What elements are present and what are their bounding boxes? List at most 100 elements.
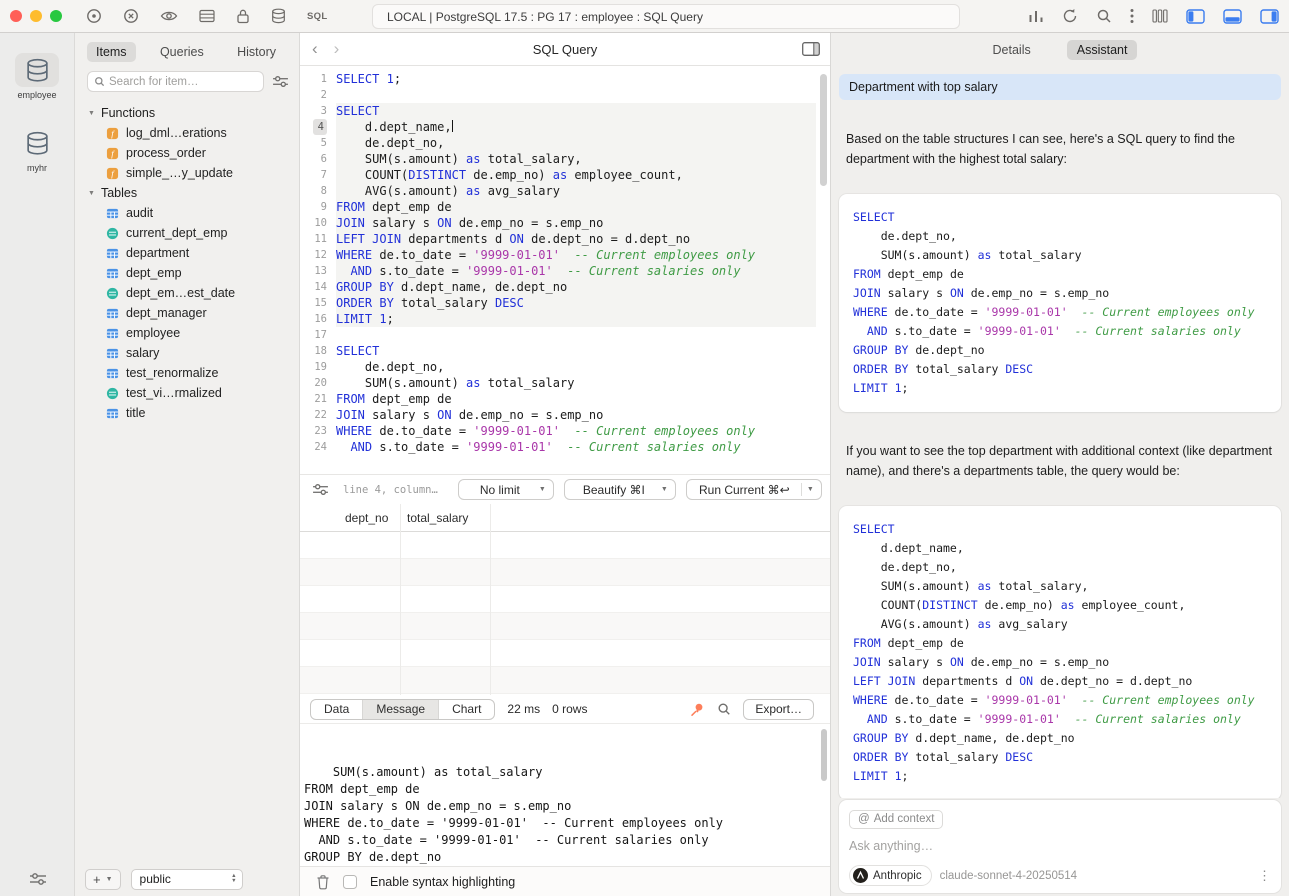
sql-badge[interactable]: SQL (307, 11, 327, 22)
result-row-empty[interactable] (300, 640, 830, 667)
tree-section-tables[interactable]: ▼Tables (75, 183, 299, 203)
syntax-highlighting-checkbox[interactable] (343, 875, 357, 889)
editor-line-20[interactable]: 20 SUM(s.amount) as total_salary (300, 375, 816, 391)
column-header-total-salary[interactable]: total_salary (407, 504, 468, 532)
connection-myhr[interactable]: myhr (0, 126, 74, 173)
structure-icon[interactable] (199, 9, 215, 23)
editor-line-15[interactable]: 15ORDER BY total_salary DESC (300, 295, 816, 311)
trash-icon[interactable] (316, 874, 330, 890)
columns-icon[interactable] (1152, 9, 1168, 23)
refresh-icon[interactable] (1062, 8, 1078, 24)
result-row-empty[interactable] (300, 559, 830, 586)
editor-line-16[interactable]: 16LIMIT 1; (300, 311, 816, 327)
minimize-window-button[interactable] (30, 10, 42, 22)
editor-line-7[interactable]: 7 COUNT(DISTINCT de.emp_no) as employee_… (300, 167, 816, 183)
assistant-input[interactable] (849, 839, 1271, 853)
editor-line-6[interactable]: 6 SUM(s.amount) as total_salary, (300, 151, 816, 167)
tree-item-salary[interactable]: salary (75, 343, 299, 363)
tab-message[interactable]: Message (362, 700, 438, 719)
tree-item-current-dept-emp[interactable]: current_dept_emp (75, 223, 299, 243)
result-row-empty[interactable] (300, 667, 830, 694)
tree-item-dept-emp[interactable]: dept_emp (75, 263, 299, 283)
tab-queries[interactable]: Queries (151, 42, 213, 62)
editor-line-4[interactable]: 4 d.dept_name, (300, 119, 816, 135)
tab-data[interactable]: Data (311, 700, 362, 719)
tab-details[interactable]: Details (983, 40, 1041, 60)
message-scrollbar[interactable] (821, 729, 827, 781)
search-results-icon[interactable] (717, 702, 731, 716)
sql-editor[interactable]: 1SELECT 1;23SELECT4 d.dept_name,5 de.dep… (300, 66, 830, 474)
tree-item-simple-y-update[interactable]: fsimple_…y_update (75, 163, 299, 183)
editor-line-5[interactable]: 5 de.dept_no, (300, 135, 816, 151)
connect-icon[interactable] (86, 8, 102, 24)
tree-item-dept-em-est-date[interactable]: dept_em…est_date (75, 283, 299, 303)
editor-line-3[interactable]: 3SELECT (300, 103, 816, 119)
editor-scrollbar[interactable] (820, 74, 827, 186)
editor-line-23[interactable]: 23WHERE de.to_date = '9999-01-01' -- Cur… (300, 423, 816, 439)
more-vert-icon[interactable]: ⋮ (1258, 868, 1271, 884)
result-row-empty[interactable] (300, 613, 830, 640)
editor-line-17[interactable]: 17 (300, 327, 816, 343)
tree-item-title[interactable]: title (75, 403, 299, 423)
editor-line-11[interactable]: 11LEFT JOIN departments d ON de.dept_no … (300, 231, 816, 247)
connection-employee[interactable]: employee (0, 53, 74, 100)
editor-line-14[interactable]: 14GROUP BY d.dept_name, de.dept_no (300, 279, 816, 295)
filter-icon[interactable] (312, 483, 329, 496)
column-header-dept-no[interactable]: dept_no (345, 504, 388, 532)
tree-item-audit[interactable]: audit (75, 203, 299, 223)
search-box[interactable] (87, 71, 264, 92)
editor-line-9[interactable]: 9FROM dept_emp de (300, 199, 816, 215)
panel-right-icon[interactable] (1260, 9, 1279, 24)
database-icon[interactable] (271, 8, 286, 24)
tree-item-dept-manager[interactable]: dept_manager (75, 303, 299, 323)
editor-line-24[interactable]: 24 AND s.to_date = '9999-01-01' -- Curre… (300, 439, 816, 455)
add-item-button[interactable]: +▼ (85, 869, 121, 890)
chart-icon[interactable] (1028, 9, 1044, 24)
limit-select[interactable]: No limit▼ (458, 479, 554, 500)
search-icon[interactable] (1096, 8, 1112, 24)
tree-item-test-renormalize[interactable]: test_renormalize (75, 363, 299, 383)
tab-assistant[interactable]: Assistant (1067, 40, 1138, 60)
tab-items[interactable]: Items (87, 42, 136, 62)
close-window-button[interactable] (10, 10, 22, 22)
provider-select[interactable]: Anthropic (849, 865, 932, 886)
split-panel-icon[interactable] (802, 42, 820, 56)
eye-icon[interactable] (160, 9, 178, 23)
schema-select[interactable]: public ▲▼ (131, 869, 243, 890)
editor-line-22[interactable]: 22JOIN salary s ON de.emp_no = s.emp_no (300, 407, 816, 423)
filter-icon[interactable] (272, 75, 289, 88)
editor-line-10[interactable]: 10JOIN salary s ON de.emp_no = s.emp_no (300, 215, 816, 231)
editor-line-18[interactable]: 18SELECT (300, 343, 816, 359)
panel-bottom-icon[interactable] (1223, 9, 1242, 24)
back-button[interactable]: ‹ (312, 39, 318, 59)
pin-icon[interactable] (690, 702, 705, 717)
editor-line-13[interactable]: 13 AND s.to_date = '9999-01-01' -- Curre… (300, 263, 816, 279)
dock-filter-icon[interactable] (0, 872, 75, 886)
disconnect-icon[interactable] (123, 8, 139, 24)
editor-line-2[interactable]: 2 (300, 87, 816, 103)
editor-line-1[interactable]: 1SELECT 1; (300, 71, 816, 87)
editor-line-21[interactable]: 21FROM dept_emp de (300, 391, 816, 407)
tree-item-test-vi-rmalized[interactable]: test_vi…rmalized (75, 383, 299, 403)
export-button[interactable]: Export… (743, 699, 814, 720)
result-row-empty[interactable] (300, 532, 830, 559)
add-context-button[interactable]: @Add context (849, 810, 943, 829)
lock-icon[interactable] (236, 8, 250, 24)
beautify-select[interactable]: Beautify ⌘I▼ (564, 479, 676, 500)
tab-chart[interactable]: Chart (438, 700, 494, 719)
sidebar-search-input[interactable] (109, 76, 257, 88)
result-row-empty[interactable] (300, 586, 830, 613)
tab-history[interactable]: History (228, 42, 285, 62)
editor-line-8[interactable]: 8 AVG(s.amount) as avg_salary (300, 183, 816, 199)
tree-item-log-dml-erations[interactable]: flog_dml…erations (75, 123, 299, 143)
panel-left-icon[interactable] (1186, 9, 1205, 24)
editor-line-19[interactable]: 19 de.dept_no, (300, 359, 816, 375)
tree-item-employee[interactable]: employee (75, 323, 299, 343)
more-vert-icon[interactable] (1130, 8, 1134, 24)
zoom-window-button[interactable] (50, 10, 62, 22)
editor-line-12[interactable]: 12WHERE de.to_date = '9999-01-01' -- Cur… (300, 247, 816, 263)
tree-section-functions[interactable]: ▼Functions (75, 103, 299, 123)
tree-item-department[interactable]: department (75, 243, 299, 263)
run-current-button[interactable]: Run Current ⌘↩▼ (686, 479, 822, 500)
tree-item-process-order[interactable]: fprocess_order (75, 143, 299, 163)
